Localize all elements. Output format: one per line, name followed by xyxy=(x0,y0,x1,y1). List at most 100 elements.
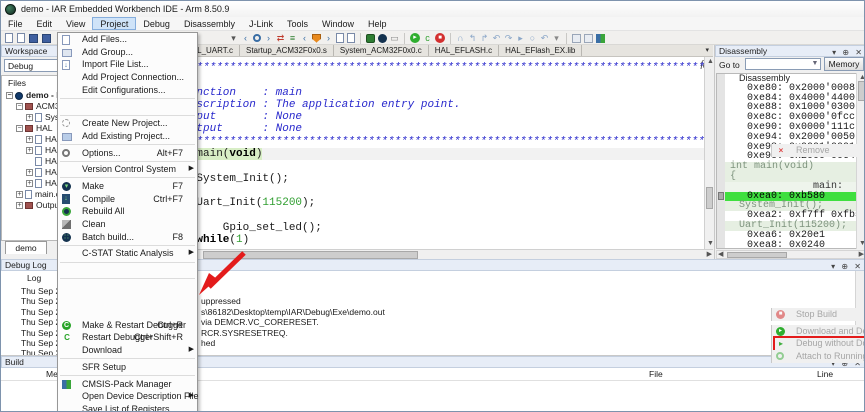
menubar-item-disassembly[interactable]: Disassembly xyxy=(177,17,242,30)
menu-item-download-and-debug[interactable]: ▸Download and DebugCtrl+D xyxy=(771,325,865,338)
menubar-item-view[interactable]: View xyxy=(59,17,92,30)
save-icon[interactable] xyxy=(29,34,38,43)
menubar-item-j-link[interactable]: J-Link xyxy=(242,17,280,30)
tree-expander-icon[interactable]: + xyxy=(16,191,23,198)
next-doc-icon[interactable] xyxy=(347,33,355,43)
menu-item-remove[interactable]: ×Remove xyxy=(771,144,865,157)
search-icon[interactable] xyxy=(253,34,261,42)
menu-item-add-project-connection-[interactable]: Add Project Connection... xyxy=(58,71,197,84)
memory-button[interactable]: Memory xyxy=(824,57,864,71)
menu-item-cmsis-pack-manager[interactable]: CMSIS-Pack Manager xyxy=(58,378,197,391)
menubar-item-help[interactable]: Help xyxy=(361,17,394,30)
tree-expander-icon[interactable]: + xyxy=(26,136,33,143)
menu-item-version-control-system[interactable]: Version Control System▶ xyxy=(58,163,197,176)
menu-item-add-existing-project-[interactable]: Add Existing Project... xyxy=(58,130,197,143)
scroll-down-icon[interactable]: ▼ xyxy=(707,239,714,249)
undo-nav-icon[interactable]: ↶ xyxy=(492,32,501,44)
menu-item-edit-configurations-[interactable]: Edit Configurations... xyxy=(58,84,197,97)
new-file-icon[interactable] xyxy=(5,33,13,43)
menu-item-download[interactable]: Download▶ xyxy=(58,344,197,357)
disassembly-body[interactable]: Disassembly0xe80: 0x2000'00080xe84: 0x40… xyxy=(716,73,865,249)
cmsis-pack-icon[interactable] xyxy=(596,34,605,43)
menubar-item-edit[interactable]: Edit xyxy=(30,17,60,30)
tree-expander-icon[interactable]: + xyxy=(26,169,33,176)
prev-bookmark-icon[interactable]: ‹ xyxy=(300,32,309,44)
scroll-thumb[interactable] xyxy=(858,81,865,101)
debug-without-download-icon[interactable]: c xyxy=(423,32,432,44)
menu-item-clean[interactable]: Clean xyxy=(58,218,197,231)
disassembly-horizontal-scrollbar[interactable]: ◀ ▶ xyxy=(716,250,865,259)
editor-horizontal-scrollbar[interactable]: ◀ ▶ xyxy=(118,249,713,259)
goto-input[interactable]: ▼ xyxy=(745,58,821,70)
editor-tab-hal-eflash-c[interactable]: HAL_EFLASH.c xyxy=(429,45,499,56)
menu-item-save-list-of-registers-[interactable]: Save List of Registers... xyxy=(58,403,197,412)
menubar-item-debug[interactable]: Debug xyxy=(136,17,177,30)
detach-icon[interactable]: ▭ xyxy=(390,32,399,44)
column-line[interactable]: Line xyxy=(817,369,833,379)
run-to-cursor-icon[interactable]: ○ xyxy=(528,32,537,44)
tree-expander-icon[interactable]: + xyxy=(26,180,33,187)
tab-overflow-icon[interactable]: ▾ xyxy=(705,45,709,57)
memory-view-icon[interactable] xyxy=(584,34,593,43)
menu-item-make-restart-debugger[interactable]: CMake & Restart DebuggerCtrl+R xyxy=(58,319,197,332)
menu-item-make[interactable]: ▾MakeF7 xyxy=(58,180,197,193)
scroll-thumb[interactable] xyxy=(706,187,713,209)
chevron-down-icon[interactable]: ▼ xyxy=(810,59,820,69)
menu-item-add-files-[interactable]: Add Files... xyxy=(58,33,197,46)
scroll-down-icon[interactable]: ▼ xyxy=(859,239,865,249)
editor-tab-hal-eflash-ex-lib[interactable]: HAL_EFlash_EX.lib xyxy=(499,45,582,56)
more-caret-icon[interactable]: ▾ xyxy=(552,32,561,44)
column-file[interactable]: File xyxy=(649,369,663,379)
menu-item-compile[interactable]: ↓CompileCtrl+F7 xyxy=(58,193,197,206)
step-over-icon[interactable]: ↰ xyxy=(468,32,477,44)
menubar-item-project[interactable]: Project xyxy=(92,17,136,30)
menubar-item-tools[interactable]: Tools xyxy=(280,17,315,30)
find-next-icon[interactable]: › xyxy=(264,32,273,44)
menu-item-add-group-[interactable]: Add Group... xyxy=(58,46,197,59)
scroll-up-icon[interactable]: ▲ xyxy=(707,57,714,67)
swap-icon[interactable]: ⇄ xyxy=(276,32,285,44)
menubar-item-file[interactable]: File xyxy=(1,17,30,30)
stack-view-icon[interactable] xyxy=(572,34,581,43)
save-all-icon[interactable] xyxy=(42,34,51,43)
menu-item-restart-debugger[interactable]: CRestart DebuggerCtrl+Shift+R xyxy=(58,331,197,344)
open-file-icon[interactable] xyxy=(17,33,25,43)
breakpoint-shield-icon[interactable] xyxy=(312,34,321,43)
editor-vertical-scrollbar[interactable]: ▲ ▼ xyxy=(704,57,713,249)
prev-doc-icon[interactable] xyxy=(336,33,344,43)
menu-item-batch-build-[interactable]: ∷Batch build...F8 xyxy=(58,231,197,244)
tree-expander-icon[interactable]: + xyxy=(16,202,23,209)
reset-icon[interactable]: ↶ xyxy=(540,32,549,44)
run-icon[interactable]: ▸ xyxy=(516,32,525,44)
tree-expander-icon[interactable]: + xyxy=(26,147,33,154)
step-out-icon[interactable]: ↱ xyxy=(480,32,489,44)
find-prev-icon[interactable]: ‹ xyxy=(241,32,250,44)
next-bookmark-icon[interactable]: › xyxy=(324,32,333,44)
make-icon[interactable] xyxy=(366,34,375,43)
editor-tab-startup-acm32f0x0-s[interactable]: Startup_ACM32F0x0.s xyxy=(240,45,334,56)
menu-item-debug-without-downloading[interactable]: ▸Debug without Downloading xyxy=(771,337,865,350)
step-into-icon[interactable]: ∩ xyxy=(456,32,465,44)
tree-expander-icon[interactable]: − xyxy=(6,92,13,99)
menu-item-stop-build[interactable]: ■Stop BuildCtrl+Break xyxy=(771,308,865,321)
editor-tab-system-acm32f0x0-c[interactable]: System_ACM32F0x0.c xyxy=(334,45,429,56)
tree-expander-icon[interactable]: + xyxy=(26,114,33,121)
menubar-item-window[interactable]: Window xyxy=(315,17,361,30)
menu-item-options-[interactable]: Options...Alt+F7 xyxy=(58,147,197,160)
menu-item-open-device-description-file[interactable]: Open Device Description File▶ xyxy=(58,390,197,403)
workspace-tab-demo[interactable]: demo xyxy=(5,241,47,254)
menu-item-import-file-list-[interactable]: ↓Import File List... xyxy=(58,58,197,71)
tree-expander-icon[interactable]: − xyxy=(16,125,23,132)
download-debug-icon[interactable]: ▸ xyxy=(410,33,420,43)
stop-debug-icon[interactable]: ■ xyxy=(435,33,445,43)
redo-nav-icon[interactable]: ↷ xyxy=(504,32,513,44)
trace-icon[interactable]: ≡ xyxy=(288,32,297,44)
menu-item-sfr-setup[interactable]: SFR Setup xyxy=(58,361,197,374)
tree-expander-icon[interactable]: − xyxy=(16,103,23,110)
menu-item-c-stat-static-analysis[interactable]: C-STAT Static Analysis▶ xyxy=(58,247,197,260)
code-area[interactable]: ****************************************… xyxy=(118,57,704,249)
scroll-thumb[interactable] xyxy=(203,251,418,259)
menu-item-create-new-project-[interactable]: Create New Project... xyxy=(58,117,197,130)
compile-icon[interactable] xyxy=(378,34,387,43)
menu-item-rebuild-all[interactable]: Rebuild All xyxy=(58,205,197,218)
